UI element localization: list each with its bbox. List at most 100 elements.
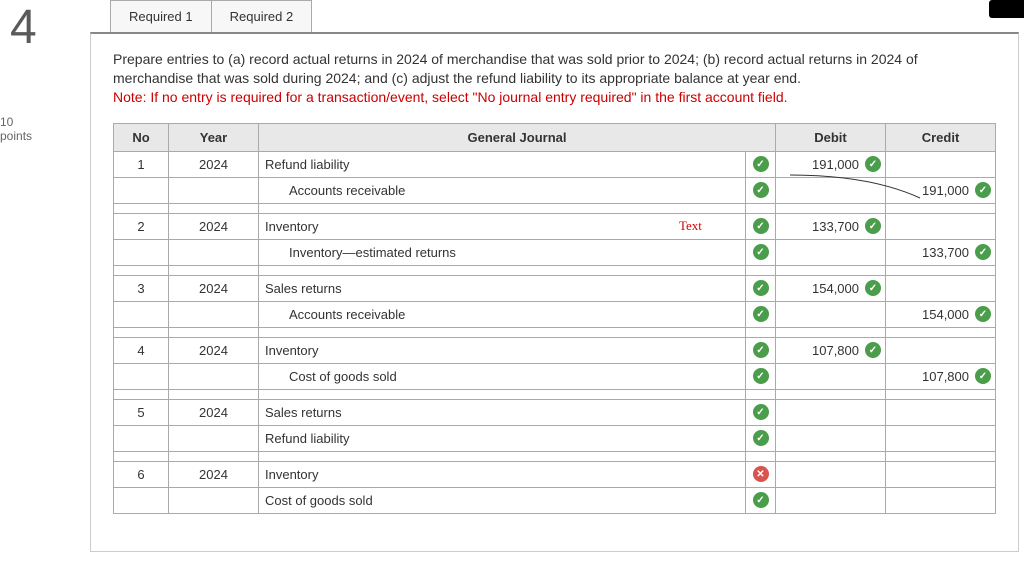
cell-year[interactable]: [169, 487, 259, 513]
check-icon: ✓: [753, 182, 769, 198]
cell-debit[interactable]: [776, 363, 886, 389]
cell-year[interactable]: [169, 177, 259, 203]
cell-credit[interactable]: [886, 275, 996, 301]
tab-required-1[interactable]: Required 1: [110, 0, 212, 32]
cell-account[interactable]: Refund liability: [259, 425, 746, 451]
cell-year[interactable]: 2024: [169, 275, 259, 301]
table-row: Inventory—estimated returns ✓ 133,700✓: [114, 239, 996, 265]
cell-account[interactable]: Inventory—estimated returns: [259, 239, 746, 265]
table-row: 32024Sales returns✓154,000✓: [114, 275, 996, 301]
check-icon: ✓: [975, 182, 991, 198]
instructions-text: Prepare entries to (a) record actual ret…: [113, 51, 918, 86]
cell-no[interactable]: 1: [114, 151, 169, 177]
cell-account[interactable]: Cost of goods sold: [259, 363, 746, 389]
cell-year[interactable]: 2024: [169, 461, 259, 487]
cell-account[interactable]: Accounts receivable: [259, 301, 746, 327]
cell-no[interactable]: [114, 487, 169, 513]
check-icon: ✓: [753, 156, 769, 172]
cell-debit[interactable]: [776, 239, 886, 265]
table-row: 12024Refund liability✓191,000✓: [114, 151, 996, 177]
tab-required-2[interactable]: Required 2: [212, 0, 313, 32]
spacer-row: [114, 327, 996, 337]
cell-credit[interactable]: [886, 461, 996, 487]
cell-debit[interactable]: 191,000✓: [776, 151, 886, 177]
cell-no[interactable]: [114, 425, 169, 451]
check-icon: ✓: [753, 368, 769, 384]
cell-credit[interactable]: [886, 425, 996, 451]
cell-year[interactable]: [169, 301, 259, 327]
cell-debit[interactable]: 133,700✓: [776, 213, 886, 239]
cell-no[interactable]: [114, 239, 169, 265]
handwritten-annotation: Text: [679, 218, 702, 234]
cell-year[interactable]: 2024: [169, 151, 259, 177]
table-row: Refund liability ✓: [114, 425, 996, 451]
cell-account[interactable]: InventoryText: [259, 213, 746, 239]
cell-no[interactable]: 2: [114, 213, 169, 239]
note-text: Note: If no entry is required for a tran…: [113, 89, 788, 105]
check-icon: ✓: [865, 280, 881, 296]
cell-credit[interactable]: 154,000✓: [886, 301, 996, 327]
cell-credit[interactable]: [886, 151, 996, 177]
cell-credit[interactable]: [886, 337, 996, 363]
check-icon: ✓: [753, 306, 769, 322]
cell-status: ✓: [746, 337, 776, 363]
cell-debit[interactable]: [776, 461, 886, 487]
cell-credit[interactable]: [886, 487, 996, 513]
table-row: 42024Inventory✓107,800✓: [114, 337, 996, 363]
cell-status: ✓: [746, 151, 776, 177]
cross-icon: ✕: [753, 466, 769, 482]
panel-required-2: Prepare entries to (a) record actual ret…: [90, 32, 1019, 552]
cell-account[interactable]: Inventory: [259, 337, 746, 363]
cell-status: ✓: [746, 177, 776, 203]
cell-no[interactable]: [114, 177, 169, 203]
table-row: Cost of goods sold ✓: [114, 487, 996, 513]
cell-debit[interactable]: [776, 487, 886, 513]
cell-status: ✓: [746, 363, 776, 389]
cell-credit[interactable]: 133,700✓: [886, 239, 996, 265]
cell-year[interactable]: 2024: [169, 213, 259, 239]
header-year: Year: [169, 123, 259, 151]
cell-account[interactable]: Sales returns: [259, 275, 746, 301]
cell-no[interactable]: 3: [114, 275, 169, 301]
cell-debit[interactable]: 107,800✓: [776, 337, 886, 363]
check-icon: ✓: [753, 244, 769, 260]
cell-debit[interactable]: [776, 301, 886, 327]
cell-year[interactable]: [169, 425, 259, 451]
check-icon: ✓: [753, 218, 769, 234]
cell-year[interactable]: 2024: [169, 337, 259, 363]
cell-status: ✕: [746, 461, 776, 487]
cell-debit[interactable]: [776, 399, 886, 425]
header-no: No: [114, 123, 169, 151]
check-icon: ✓: [865, 342, 881, 358]
cell-account[interactable]: Inventory: [259, 461, 746, 487]
header-credit: Credit: [886, 123, 996, 151]
cell-debit[interactable]: 154,000✓: [776, 275, 886, 301]
check-icon: ✓: [865, 156, 881, 172]
cell-account[interactable]: Sales returns: [259, 399, 746, 425]
check-icon: ✓: [753, 492, 769, 508]
cell-no[interactable]: [114, 301, 169, 327]
spacer-row: [114, 203, 996, 213]
cell-status: ✓: [746, 275, 776, 301]
cell-no[interactable]: 4: [114, 337, 169, 363]
cell-debit[interactable]: [776, 177, 886, 203]
spacer-row: [114, 451, 996, 461]
cell-credit[interactable]: 107,800✓: [886, 363, 996, 389]
cell-debit[interactable]: [776, 425, 886, 451]
cell-credit[interactable]: [886, 213, 996, 239]
cell-no[interactable]: 6: [114, 461, 169, 487]
cell-account[interactable]: Refund liability: [259, 151, 746, 177]
points-label: 10 points: [0, 115, 32, 144]
cell-no[interactable]: 5: [114, 399, 169, 425]
cell-year[interactable]: 2024: [169, 399, 259, 425]
cell-no[interactable]: [114, 363, 169, 389]
cell-credit[interactable]: [886, 399, 996, 425]
check-icon: ✓: [753, 430, 769, 446]
cell-account[interactable]: Accounts receivable: [259, 177, 746, 203]
table-row: Accounts receivable ✓ 154,000✓: [114, 301, 996, 327]
table-row: 22024InventoryText ✓ 133,700✓: [114, 213, 996, 239]
cell-credit[interactable]: 191,000✓: [886, 177, 996, 203]
cell-year[interactable]: [169, 363, 259, 389]
cell-account[interactable]: Cost of goods sold: [259, 487, 746, 513]
cell-year[interactable]: [169, 239, 259, 265]
